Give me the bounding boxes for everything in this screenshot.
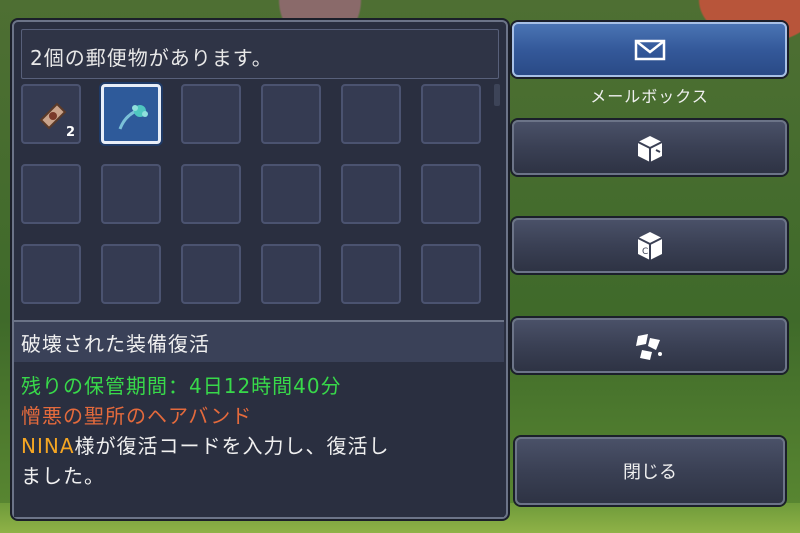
message-line-2: ました。 — [21, 464, 105, 488]
mail-slot-10[interactable] — [261, 164, 321, 224]
mailbox-button[interactable] — [512, 22, 787, 77]
delete-button[interactable] — [512, 318, 787, 373]
mail-detail: 破壊された装備復活 残りの保管期間：4日12時間40分 憎悪の聖所のヘアバンド … — [14, 320, 504, 517]
message-text-1: 様が復活コードを入力し、復活し — [74, 434, 390, 458]
mail-slot-16[interactable] — [261, 244, 321, 304]
player-name: NINA — [21, 434, 75, 458]
item-quantity: 2 — [65, 125, 75, 140]
mail-panel: 2個の郵便物があります。 2 破壊された装備復活 残りの保管期間：4日12時間4… — [12, 20, 508, 519]
mail-slot-9[interactable] — [181, 164, 241, 224]
svg-text:C: C — [642, 247, 648, 257]
message-line-1: NINA様が復活コードを入力し、復活し — [21, 430, 390, 459]
mail-slot-1[interactable]: 2 — [21, 84, 81, 144]
mail-header: 2個の郵便物があります。 — [21, 29, 499, 79]
mail-slot-7[interactable] — [21, 164, 81, 224]
open-box-icon — [637, 135, 662, 162]
mail-slot-3[interactable] — [181, 84, 241, 144]
mail-slot-17[interactable] — [341, 244, 401, 304]
mail-slot-14[interactable] — [101, 244, 161, 304]
receive-button[interactable] — [512, 120, 787, 175]
mail-slot-2[interactable] — [101, 84, 161, 144]
box-icon: C — [637, 231, 662, 260]
detail-title-bar: 破壊された装備復活 — [14, 322, 504, 362]
close-label: 閉じる — [623, 462, 677, 483]
mail-slot-6[interactable] — [421, 84, 481, 144]
mail-slot-8[interactable] — [101, 164, 161, 224]
mail-slot-5[interactable] — [341, 84, 401, 144]
mail-count-text: 2個の郵便物があります。 — [30, 46, 273, 70]
mail-slot-18[interactable] — [421, 244, 481, 304]
mail-slot-11[interactable] — [341, 164, 401, 224]
mail-slot-15[interactable] — [181, 244, 241, 304]
hairband-icon — [118, 105, 148, 130]
receive-all-button[interactable]: C — [512, 218, 787, 273]
envelope-icon — [634, 39, 665, 60]
close-button[interactable]: 閉じる — [515, 437, 785, 505]
grid-scrollbar[interactable] — [494, 84, 500, 106]
broken-box-icon — [635, 333, 662, 360]
mailbox-caption: メールボックス — [590, 87, 709, 106]
item-name: 憎悪の聖所のヘアバンド — [21, 404, 253, 428]
mail-slot-12[interactable] — [421, 164, 481, 224]
mail-slot-13[interactable] — [21, 244, 81, 304]
storage-period: 残りの保管期間：4日12時間40分 — [21, 374, 342, 398]
mail-slot-4[interactable] — [261, 84, 321, 144]
mail-grid: 2 — [21, 84, 487, 304]
detail-title: 破壊された装備復活 — [21, 332, 210, 356]
